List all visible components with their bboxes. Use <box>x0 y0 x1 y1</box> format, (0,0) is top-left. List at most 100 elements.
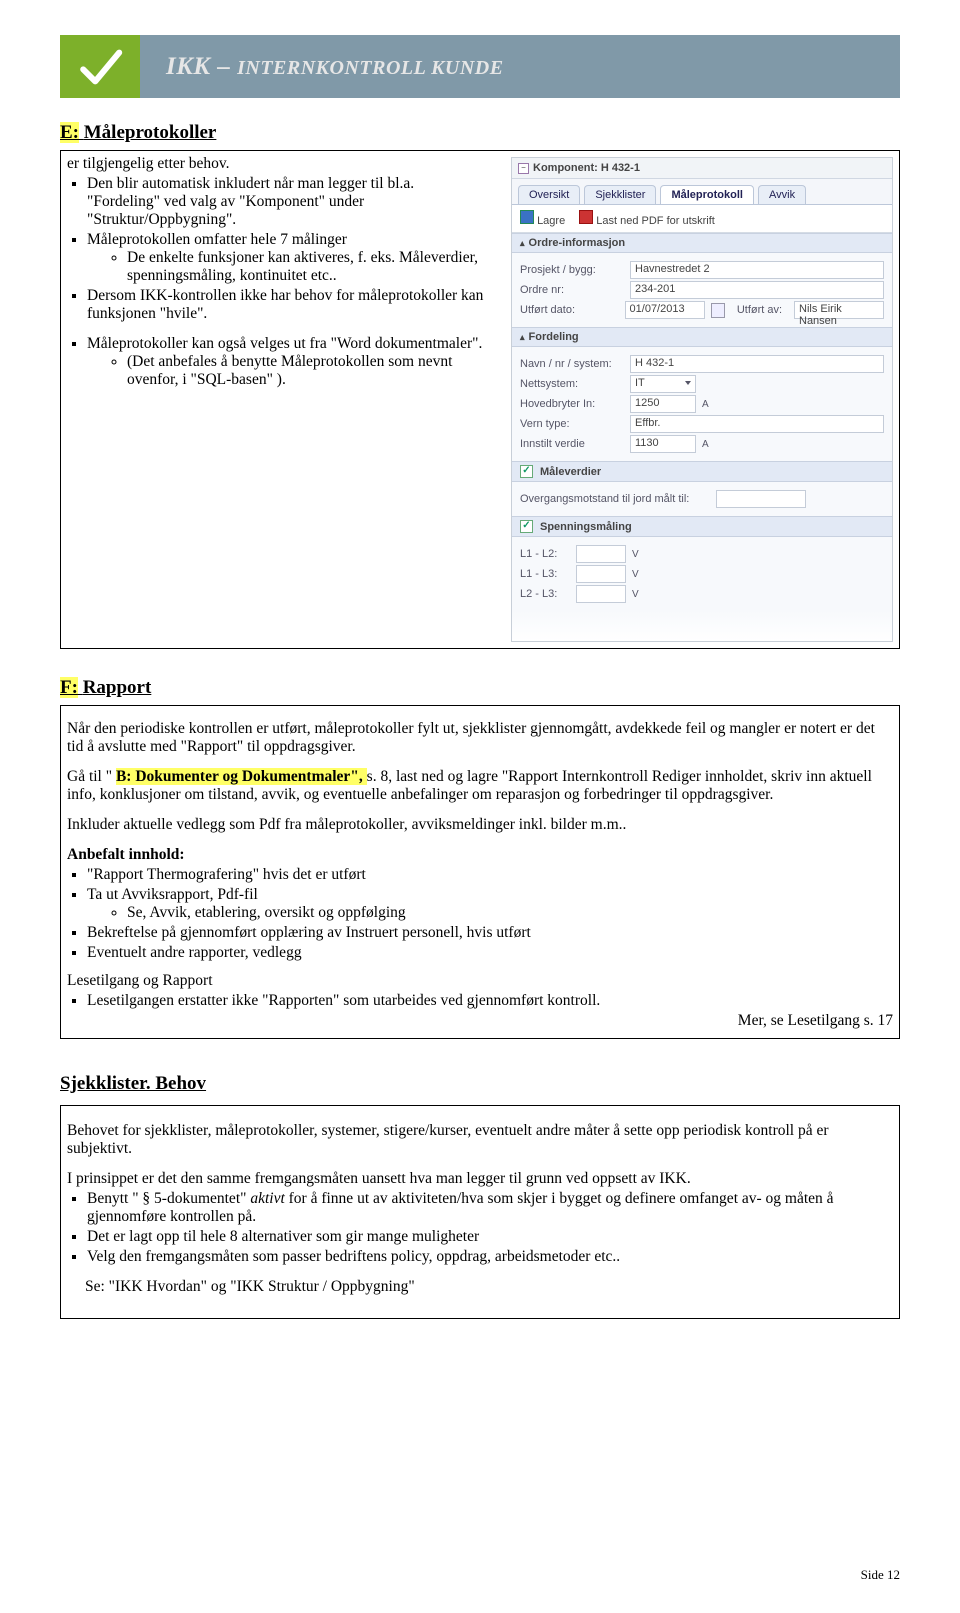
section-e-box: er tilgjengelig etter behov. Den blir au… <box>60 150 900 649</box>
section-maleverdier: Overgangsmotstand til jord målt til: <box>512 482 892 516</box>
f-p1: Når den periodiske kontrollen er utført,… <box>67 720 893 756</box>
l1l2-unit: V <box>632 549 639 560</box>
section-e-heading: E: Måleprotokoller <box>60 122 900 144</box>
pdf-label: Last ned PDF for utskrift <box>596 215 715 227</box>
verntype-input[interactable]: Effbr. <box>630 415 884 433</box>
sjekk-b1-em: aktivt <box>250 1190 284 1207</box>
save-button[interactable]: Lagre <box>520 210 565 227</box>
component-label: Komponent: H 432-1 <box>533 162 640 174</box>
innstilt-unit: A <box>702 439 709 450</box>
innstilt-label: Innstilt verdie <box>520 438 624 450</box>
section-e-right: − Komponent: H 432-1 Oversikt Sjekkliste… <box>507 153 897 646</box>
list-item-text: Måleprotokoller kan også velges ut fra "… <box>87 335 482 352</box>
spenning-checkbox[interactable]: ✓ <box>520 520 533 533</box>
section-maleverdier-header[interactable]: ✓ Måleverdier <box>512 461 892 482</box>
sjekk-p1: Behovet for sjekklister, måleprotokoller… <box>67 1122 893 1158</box>
collapse-icon[interactable]: − <box>518 163 529 174</box>
list-item: Benytt " § 5-dokumentet" aktivt for å fi… <box>87 1190 893 1226</box>
tab-sjekklister[interactable]: Sjekklister <box>584 185 656 204</box>
hovedbryter-label: Hovedbryter In: <box>520 398 624 410</box>
overgang-label: Overgangsmotstand til jord målt til: <box>520 493 710 505</box>
list-item-text: Ta ut Avviksrapport, Pdf-fil <box>87 886 258 903</box>
disk-icon <box>520 210 534 224</box>
hovedbryter-unit: A <box>702 399 709 410</box>
maleverdier-checkbox[interactable]: ✓ <box>520 465 533 478</box>
prosjekt-label: Prosjekt / bygg: <box>520 264 624 276</box>
section-ordre: Prosjekt / bygg: Havnestredet 2 Ordre nr… <box>512 253 892 327</box>
app-panel: − Komponent: H 432-1 Oversikt Sjekkliste… <box>511 157 893 642</box>
l1l2-input[interactable] <box>576 545 626 563</box>
hovedbryter-input[interactable]: 1250 <box>630 395 696 413</box>
list-item: Ta ut Avviksrapport, Pdf-fil Se, Avvik, … <box>87 886 893 922</box>
l1l3-unit: V <box>632 569 639 580</box>
tab-avvik[interactable]: Avvik <box>758 185 806 204</box>
tab-maleprotokoll[interactable]: Måleprotokoll <box>660 185 754 204</box>
list-item: Velg den fremgangsmåten som passer bedri… <box>87 1248 893 1266</box>
sjekklister-box: Behovet for sjekklister, måleprotokoller… <box>60 1105 900 1319</box>
chevron-up-icon: ▴ <box>520 332 525 343</box>
sub-item: (Det anbefales å benytte Måleprotokollen… <box>127 353 489 389</box>
section-e-letter: E: <box>60 122 79 143</box>
f-p2-b: B: Dokumenter og Dokumentmaler", <box>116 768 367 785</box>
list-item: Dersom IKK-kontrollen ikke har behov for… <box>87 287 489 323</box>
list-item: Måleprotokoller kan også velges ut fra "… <box>87 335 489 389</box>
nettsystem-select[interactable]: IT <box>630 375 696 393</box>
list-item: Lesetilgangen erstatter ikke "Rapporten"… <box>87 992 893 1010</box>
save-label: Lagre <box>537 215 565 227</box>
l1l3-input[interactable] <box>576 565 626 583</box>
section-e-left: er tilgjengelig etter behov. Den blir au… <box>63 153 495 646</box>
l1l2-label: L1 - L2: <box>520 548 570 560</box>
f-p2: Gå til " B: Dokumenter og Dokumentmaler"… <box>67 768 893 804</box>
section-f-letter: F: <box>60 677 78 698</box>
list-item-text: Måleprotokollen omfatter hele 7 målinger <box>87 231 347 248</box>
section-maleverdier-label: Måleverdier <box>540 466 601 478</box>
l2l3-input[interactable] <box>576 585 626 603</box>
navn-label: Navn / nr / system: <box>520 358 624 370</box>
utfortav-label: Utført av: <box>737 304 788 316</box>
list-item: Bekreftelse på gjennomført opplæring av … <box>87 924 893 942</box>
tab-oversikt[interactable]: Oversikt <box>518 185 580 204</box>
l1l3-label: L1 - L3: <box>520 568 570 580</box>
sjekklister-heading: Sjekklister. Behov <box>60 1073 900 1095</box>
f-p2-pre: Gå til " <box>67 768 116 785</box>
section-spenning-header[interactable]: ✓ Spenningsmåling <box>512 516 892 537</box>
anbefalt-list: "Rapport Thermografering" hvis det er ut… <box>87 866 893 962</box>
utfortav-input[interactable]: Nils Eirik Nansen <box>794 301 884 319</box>
section-fordeling-header[interactable]: ▴ Fordeling <box>512 327 892 347</box>
prosjekt-input[interactable]: Havnestredet 2 <box>630 261 884 279</box>
ordrenr-label: Ordre nr: <box>520 284 624 296</box>
overgang-input[interactable] <box>716 490 806 508</box>
section-fordeling-label: Fordeling <box>529 331 579 343</box>
sub-item: De enkelte funksjoner kan aktiveres, f. … <box>127 249 489 285</box>
page-number: Side 12 <box>861 1567 900 1583</box>
lesetilgang-heading: Lesetilgang og Rapport <box>67 972 893 990</box>
nettsystem-label: Nettsystem: <box>520 378 624 390</box>
fade <box>512 611 892 641</box>
utfortdato-input[interactable]: 01/07/2013 <box>625 301 705 319</box>
section-ordre-label: Ordre-informasjon <box>529 237 626 249</box>
ordrenr-input[interactable]: 234-201 <box>630 281 884 299</box>
section-ordre-header[interactable]: ▴ Ordre-informasjon <box>512 233 892 253</box>
anbefalt-heading-text: Anbefalt innhold: <box>67 846 185 863</box>
chevron-up-icon: ▴ <box>520 238 525 249</box>
section-spenning: L1 - L2: V L1 - L3: V L2 - L3: V <box>512 537 892 611</box>
tabs: Oversikt Sjekklister Måleprotokoll Avvik <box>512 179 892 204</box>
sjekk-b1-pre: Benytt " § 5-dokumentet" <box>87 1190 250 1207</box>
utfortdato-label: Utført dato: <box>520 304 619 316</box>
list-item: Eventuelt andre rapporter, vedlegg <box>87 944 893 962</box>
calendar-icon[interactable] <box>711 303 725 318</box>
section-e-list2: Måleprotokoller kan også velges ut fra "… <box>87 335 489 389</box>
section-f-box: Når den periodiske kontrollen er utført,… <box>60 705 900 1039</box>
lesetilgang-more: Mer, se Lesetilgang s. 17 <box>67 1012 893 1030</box>
banner-rest: internkontroll kunde <box>237 57 504 79</box>
banner-title: IKK – internkontroll kunde <box>166 53 504 81</box>
section-e-intro: er tilgjengelig etter behov. <box>67 155 489 173</box>
list-item: Måleprotokollen omfatter hele 7 målinger… <box>87 231 489 285</box>
download-pdf-button[interactable]: Last ned PDF for utskrift <box>579 210 715 227</box>
sjekk-list: Benytt " § 5-dokumentet" aktivt for å fi… <box>87 1190 893 1266</box>
l2l3-unit: V <box>632 589 639 600</box>
innstilt-input[interactable]: 1130 <box>630 435 696 453</box>
list-item: Det er lagt opp til hele 8 alternativer … <box>87 1228 893 1246</box>
navn-input[interactable]: H 432-1 <box>630 355 884 373</box>
section-f-text: Rapport <box>83 677 152 698</box>
